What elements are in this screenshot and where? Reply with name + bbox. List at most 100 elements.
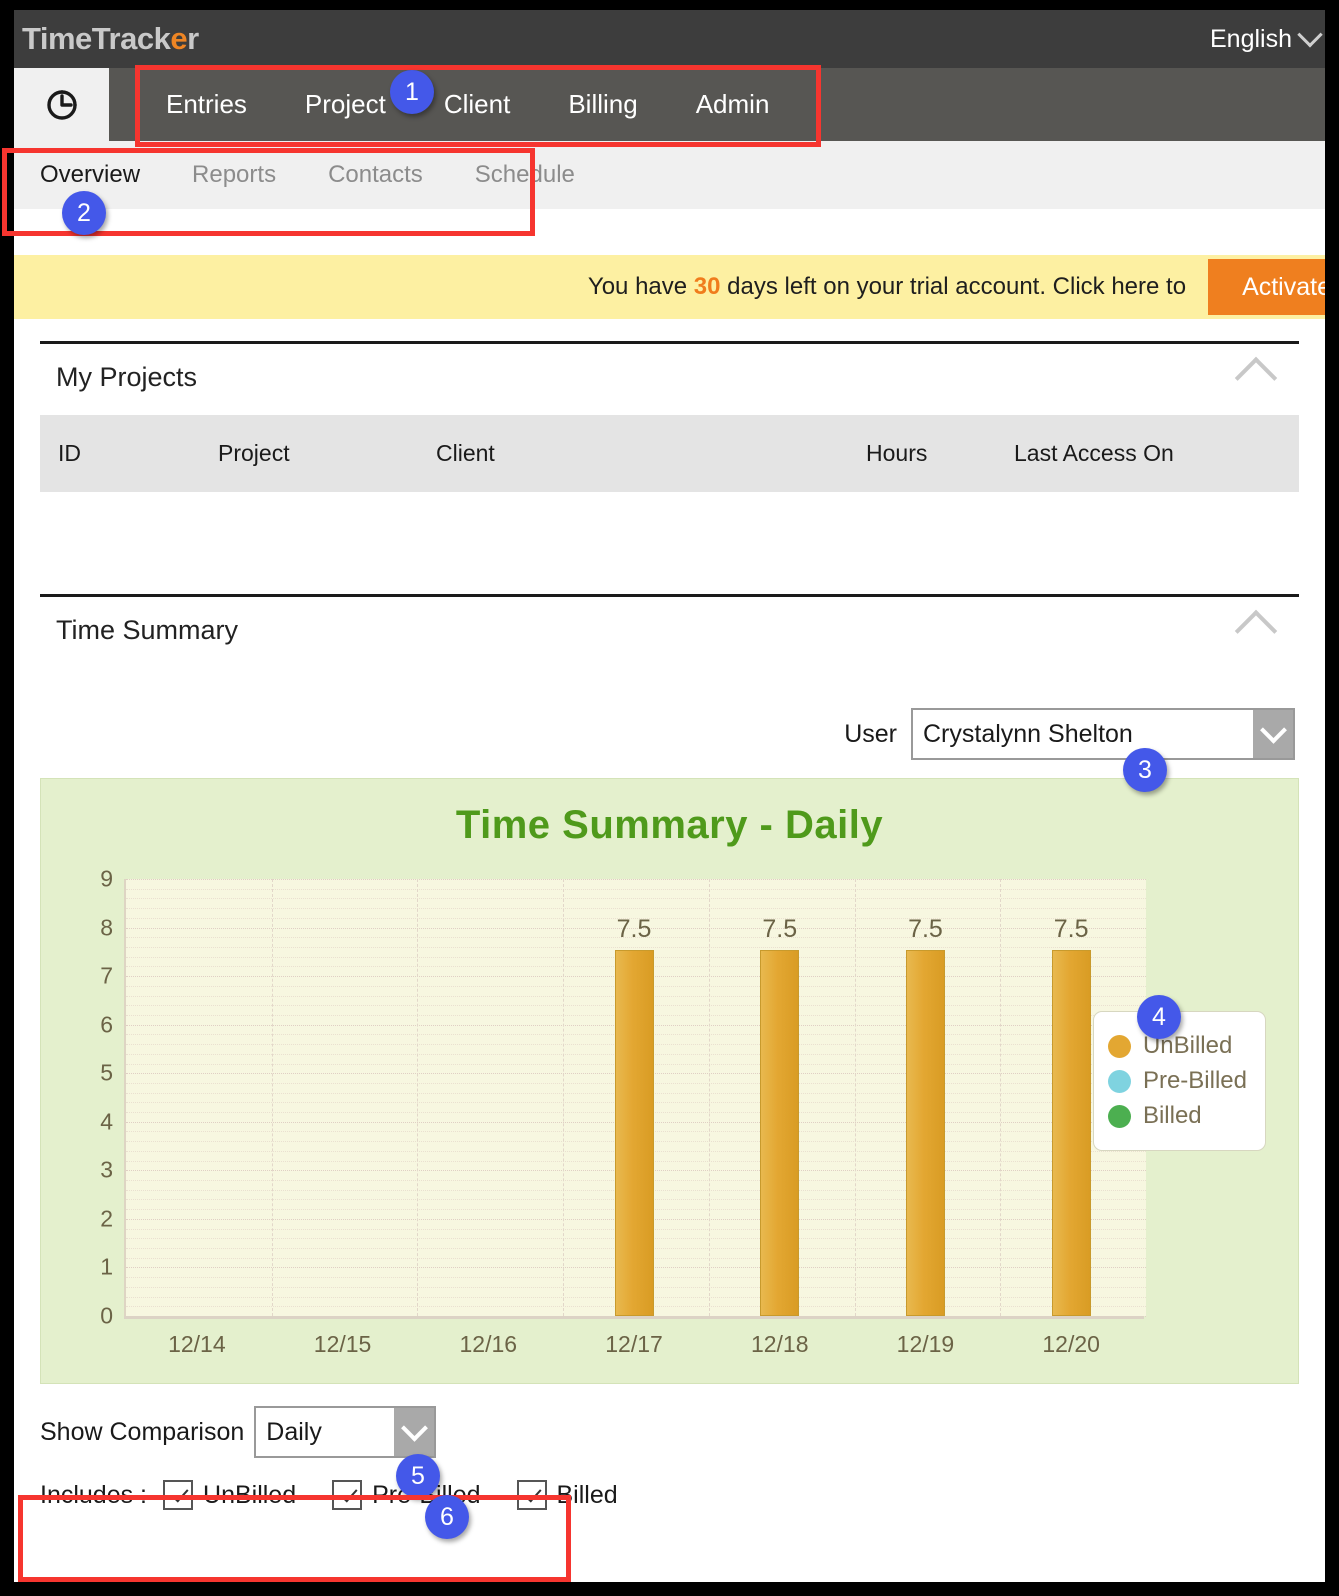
time-summary-chart: Time Summary - Daily 0123456789 7.5 7.5 7.…	[40, 778, 1299, 1384]
chart-y-tick: 4	[100, 1108, 113, 1135]
checkbox-unbilled[interactable]	[163, 1480, 194, 1510]
nav-item-entries[interactable]: Entries	[137, 89, 276, 120]
checkbox-prebilled[interactable]	[332, 1480, 363, 1510]
includes-row: Includes : UnBilled Pre-Billed Billed	[40, 1480, 1325, 1510]
main-navigation-bar: Entries Project Client Billing Admin	[14, 68, 1325, 141]
chart-bars: 7.5 7.5 7.5 7.5	[124, 879, 1144, 1316]
chart-legend-item: UnBilled	[1107, 1032, 1247, 1060]
checkbox-unbilled-label: UnBilled	[203, 1480, 297, 1509]
user-select-value: Crystalynn Shelton	[923, 719, 1133, 748]
chevron-up-icon[interactable]	[1234, 356, 1278, 399]
column-header-last-access[interactable]: Last Access On	[1014, 415, 1299, 492]
show-comparison-label: Show Comparison	[40, 1417, 245, 1446]
legend-label: Billed	[1142, 1102, 1202, 1129]
activate-button[interactable]: Activate	[1208, 259, 1325, 315]
chevron-down-icon[interactable]	[394, 1408, 435, 1456]
chart-y-tick: 5	[100, 1059, 113, 1086]
checkbox-billed[interactable]	[516, 1480, 547, 1510]
chart-bar-column	[415, 879, 561, 1316]
chart-x-tick: 12/15	[313, 1331, 372, 1357]
user-label: User	[844, 719, 897, 748]
top-header-bar: TimeTracker English	[14, 10, 1325, 68]
column-header-client[interactable]: Client	[436, 415, 866, 492]
chevron-down-icon	[1297, 22, 1323, 48]
chart-x-tick: 12/17	[605, 1331, 663, 1357]
chart-x-tick: 12/19	[896, 1331, 955, 1357]
tab-overview[interactable]: Overview	[14, 161, 166, 189]
chart-x-tick: 12/18	[750, 1331, 809, 1357]
legend-color-dot	[1107, 1104, 1131, 1128]
language-selector[interactable]: English	[1210, 22, 1325, 54]
sub-navigation-bar: Overview Reports Contacts Schedule	[14, 141, 1325, 212]
chart-bar[interactable]	[614, 949, 654, 1316]
comparison-select[interactable]: Daily	[254, 1406, 437, 1458]
column-header-id[interactable]: ID	[40, 415, 218, 492]
table-header-row: ID Project Client Hours Last Access On	[40, 415, 1299, 492]
chart-y-tick: 0	[100, 1302, 113, 1329]
chart-bar[interactable]	[1051, 949, 1091, 1316]
legend-label: UnBilled	[1142, 1032, 1233, 1059]
language-label: English	[1210, 24, 1292, 53]
time-summary-header: Time Summary	[40, 597, 1299, 662]
nav-item-list: Entries Project Client Billing Admin	[109, 68, 798, 141]
column-header-project[interactable]: Project	[218, 415, 436, 492]
clock-icon	[46, 89, 77, 120]
chart-x-tick: 12/14	[168, 1331, 226, 1357]
chart-bar[interactable]	[905, 949, 945, 1316]
nav-item-admin[interactable]: Admin	[667, 89, 799, 120]
chart-y-tick: 6	[100, 1011, 113, 1038]
time-summary-title: Time Summary	[56, 615, 239, 645]
page-content: You have 30 days left on your trial acco…	[14, 237, 1325, 1582]
my-projects-title: My Projects	[56, 362, 198, 392]
app-window: TimeTracker English Entries Project Clie…	[0, 0, 1339, 1596]
chart-bar-value-label: 7.5	[762, 914, 798, 943]
chart-title: Time Summary - Daily	[455, 803, 884, 847]
chart-bar-column	[124, 879, 270, 1316]
chart-bar[interactable]	[760, 949, 800, 1316]
chart-legend-item: Billed	[1107, 1102, 1247, 1130]
chart-y-tick: 9	[100, 865, 113, 892]
subnav-underline-strip	[14, 209, 1325, 237]
app-logo: TimeTracker	[14, 21, 199, 57]
tab-schedule[interactable]: Schedule	[449, 161, 601, 189]
nav-item-billing[interactable]: Billing	[539, 89, 666, 120]
my-projects-panel: My Projects ID Project Client Hours Last…	[40, 341, 1299, 572]
trial-text-before: You have	[587, 273, 694, 300]
user-select[interactable]: Crystalynn Shelton	[911, 708, 1295, 760]
tab-contacts[interactable]: Contacts	[302, 161, 449, 189]
chart-x-tick: 12/16	[459, 1331, 518, 1357]
chevron-up-icon[interactable]	[1234, 609, 1278, 652]
tab-reports[interactable]: Reports	[166, 161, 302, 189]
my-projects-table-body	[40, 492, 1299, 572]
chart-bar-value-label: 7.5	[616, 914, 652, 943]
chart-bar-value-label: 7.5	[1053, 914, 1089, 943]
chart-y-tick: 2	[100, 1205, 113, 1232]
trial-banner: You have 30 days left on your trial acco…	[14, 255, 1325, 319]
chart-y-tick: 3	[100, 1156, 113, 1183]
chart-legend: UnBilled Pre-Billed Billed	[1092, 1011, 1266, 1151]
home-button[interactable]	[14, 68, 109, 141]
chart-x-axis-line	[124, 1316, 1144, 1319]
includes-label: Includes :	[40, 1480, 148, 1509]
show-comparison-row: Show Comparison Daily	[40, 1406, 1325, 1458]
column-header-hours[interactable]: Hours	[866, 415, 1014, 492]
checkbox-billed-label: Billed	[556, 1480, 618, 1509]
my-projects-table: ID Project Client Hours Last Access On	[40, 415, 1299, 572]
chart-bar-column: 7.5	[707, 879, 853, 1316]
nav-item-project[interactable]: Project	[276, 89, 415, 120]
chevron-down-icon[interactable]	[1253, 710, 1293, 758]
nav-item-client[interactable]: Client	[415, 89, 539, 120]
legend-color-dot	[1107, 1069, 1131, 1093]
chart-y-tick: 1	[100, 1253, 113, 1280]
chart-x-axis-labels: 12/14 12/15 12/16 12/17 12/18 12/19 12/20	[124, 1331, 1144, 1358]
logo-accent-letter: e	[170, 21, 188, 56]
my-projects-header: My Projects	[40, 344, 1299, 409]
user-filter-row: User Crystalynn Shelton	[14, 708, 1295, 760]
trial-banner-text: You have 30 days left on your trial acco…	[588, 273, 1208, 301]
chart-y-tick: 7	[100, 962, 113, 989]
logo-main: TimeTrack	[22, 21, 171, 56]
chart-legend-item: Pre-Billed	[1107, 1067, 1247, 1095]
chart-bar-value-label: 7.5	[908, 914, 943, 943]
chart-bar-column	[270, 879, 416, 1316]
chart-y-axis-labels: 0 1 2 3 4 5 6 7 8 9	[61, 866, 113, 1329]
